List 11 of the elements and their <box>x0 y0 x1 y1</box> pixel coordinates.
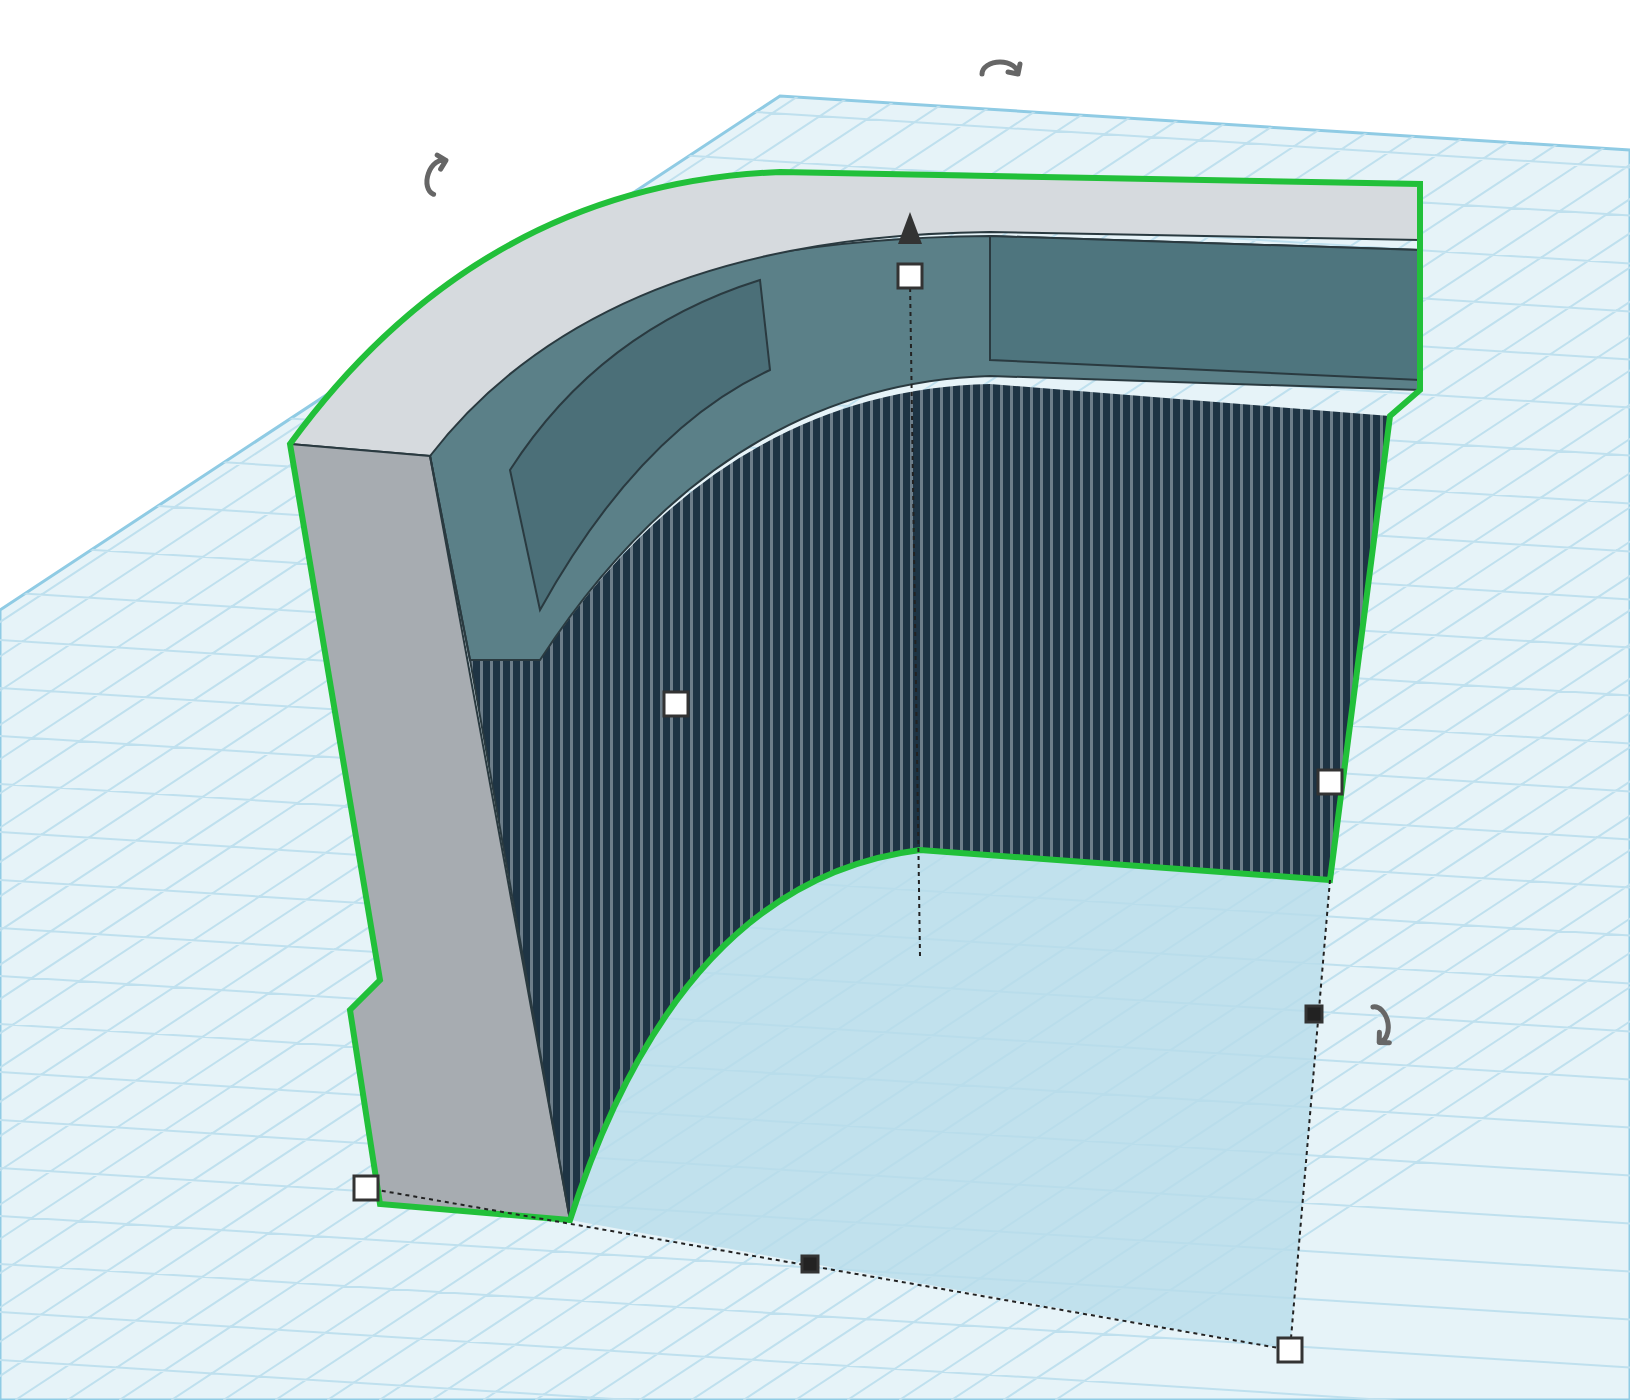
rotate-arrow-icon[interactable] <box>424 152 449 197</box>
resize-handle[interactable] <box>662 690 690 718</box>
resize-handle[interactable] <box>352 1174 380 1202</box>
resize-handle[interactable] <box>800 1254 820 1274</box>
resize-handle[interactable] <box>1316 768 1344 796</box>
rotate-arrow-icon[interactable] <box>979 59 1023 77</box>
resize-handle[interactable] <box>1304 1004 1324 1024</box>
height-arrow-icon[interactable] <box>898 212 922 244</box>
rotate-arrow-icon[interactable] <box>1370 1004 1392 1046</box>
resize-handle[interactable] <box>1276 1336 1304 1364</box>
resize-handle[interactable] <box>896 262 924 290</box>
